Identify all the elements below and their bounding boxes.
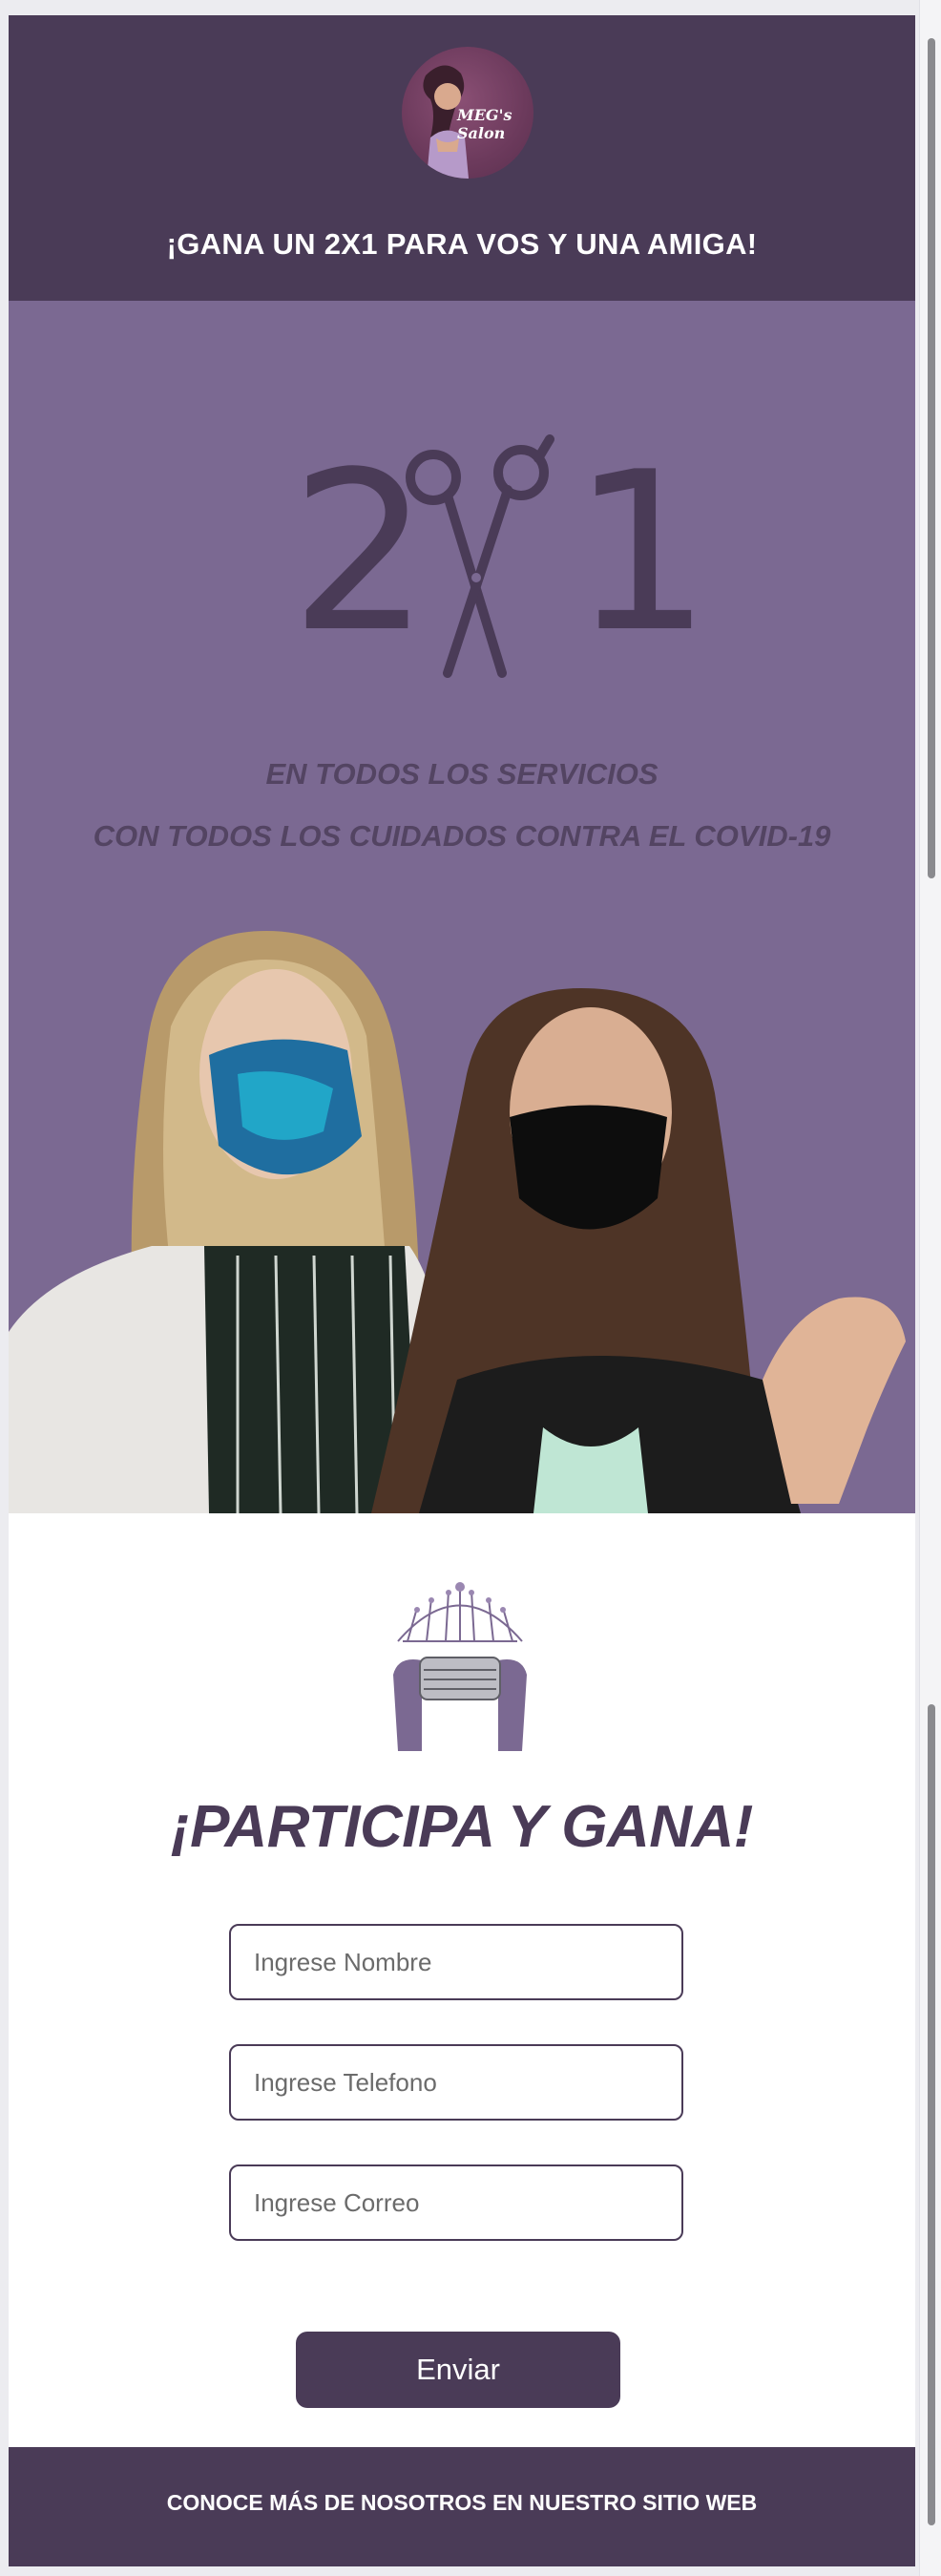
email-input[interactable] [229, 2164, 683, 2241]
landing-page: MEG's Salon ¡GANA UN 2X1 PARA VOS Y UNA … [9, 15, 915, 2566]
website-link[interactable]: CONOCE MÁS DE NOSOTROS EN NUESTRO SITIO … [9, 2490, 915, 2516]
promo-headline: ¡GANA UN 2X1 PARA VOS Y UNA AMIGA! [166, 227, 758, 261]
name-input[interactable] [229, 1924, 683, 2000]
submit-button[interactable]: Enviar [296, 2332, 620, 2408]
hero-banner: 2 1 EN TODOS LOS SERVICIOS CON TODOS LOS… [9, 301, 915, 1513]
hero-subtitle-2: CON TODOS LOS CUIDADOS CONTRA EL COVID-1… [93, 819, 831, 853]
crown-mask-icon [393, 1582, 527, 1751]
scrollbar-thumb[interactable] [928, 38, 935, 878]
promo-number-right: 1 [572, 426, 712, 681]
form-title: ¡PARTICIPA Y GANA! [171, 1794, 753, 1860]
salon-logo: MEG's Salon [402, 47, 533, 179]
scrollbar-track[interactable] [919, 0, 941, 2576]
header: MEG's Salon ¡GANA UN 2X1 PARA VOS Y UNA … [9, 15, 915, 301]
models-photo [9, 931, 906, 1513]
phone-input[interactable] [229, 2044, 683, 2121]
hero-subtitle-1: EN TODOS LOS SERVICIOS [265, 757, 659, 791]
footer: CONOCE MÁS DE NOSOTROS EN NUESTRO SITIO … [9, 2447, 915, 2566]
scrollbar-thumb-secondary[interactable] [928, 1704, 935, 2525]
logo-text: MEG's Salon [457, 106, 512, 142]
scissors-icon [406, 434, 554, 678]
